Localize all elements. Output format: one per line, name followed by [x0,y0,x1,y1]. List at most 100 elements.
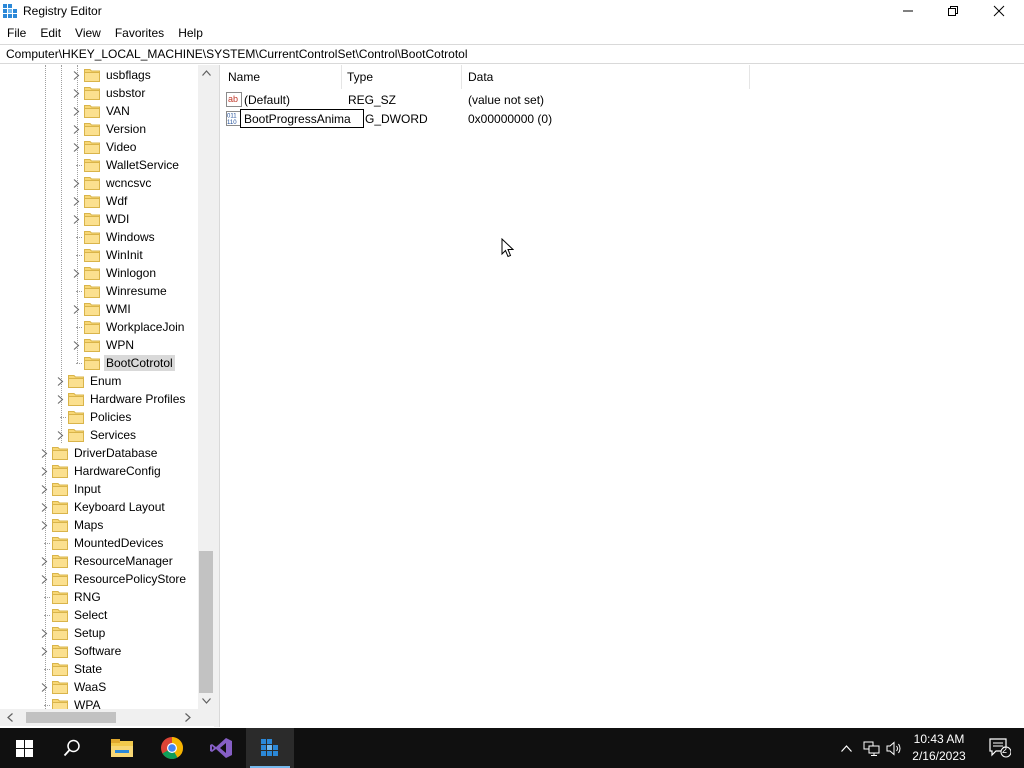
expand-chevron-icon[interactable] [70,84,82,102]
scroll-up-arrow-icon[interactable] [198,65,214,81]
taskbar-registry-editor[interactable] [246,728,294,768]
tree-node-maps[interactable]: Maps [38,516,105,534]
taskbar-chrome[interactable] [148,728,196,768]
expand-chevron-icon[interactable] [54,372,66,390]
horizontal-scroll-thumb[interactable] [26,712,116,723]
restore-button[interactable] [930,0,976,22]
tree-node-waas[interactable]: WaaS [38,678,108,696]
expand-chevron-icon[interactable] [38,444,50,462]
vertical-scroll-thumb[interactable] [199,551,213,693]
tree-node-wdf[interactable]: Wdf [70,192,129,210]
pane-splitter[interactable] [214,65,220,727]
tree-node-wmi[interactable]: WMI [70,300,133,318]
expand-chevron-icon[interactable] [38,624,50,642]
expand-chevron-icon[interactable] [38,642,50,660]
column-separator[interactable] [749,65,750,89]
tree-node-wcncsvc[interactable]: wcncsvc [70,174,153,192]
address-path[interactable]: Computer\HKEY_LOCAL_MACHINE\SYSTEM\Curre… [6,47,468,61]
tree-node-wpn[interactable]: WPN [70,336,136,354]
network-button[interactable] [860,728,882,768]
tree-node-resourcepolicystore[interactable]: ResourcePolicyStore [38,570,188,588]
taskbar-clock[interactable]: 10:43 AM 2/16/2023 [904,731,974,765]
taskbar-search-button[interactable] [48,728,96,768]
tree-node-wininit[interactable]: WinInit [70,246,145,264]
key-tree[interactable]: usbflags usbstor VAN Version Video WalletServ… [0,65,214,727]
scroll-right-arrow-icon[interactable] [180,709,196,726]
expand-chevron-icon[interactable] [38,516,50,534]
expand-chevron-icon[interactable] [70,120,82,138]
rename-value-input[interactable] [240,109,364,128]
tree-horizontal-scrollbar[interactable] [0,709,198,726]
column-header-name[interactable]: Name [228,65,260,89]
expand-chevron-icon[interactable] [54,426,66,444]
tree-node-mounteddevices[interactable]: MountedDevices [38,534,165,552]
taskbar-file-explorer[interactable] [98,728,146,768]
tree-node-usbflags[interactable]: usbflags [70,66,153,84]
tree-node-hardware-profiles[interactable]: Hardware Profiles [54,390,187,408]
address-bar[interactable]: Computer\HKEY_LOCAL_MACHINE\SYSTEM\Curre… [0,44,1024,64]
tree-node-walletservice[interactable]: WalletService [70,156,181,174]
tree-node-setup[interactable]: Setup [38,624,107,642]
tree-node-state[interactable]: State [38,660,104,678]
value-row[interactable]: ab (Default) REG_SZ (value not set) [221,90,761,109]
expand-chevron-icon[interactable] [70,102,82,120]
column-separator[interactable] [461,65,462,89]
tree-node-hardwareconfig[interactable]: HardwareConfig [38,462,163,480]
tree-node-video[interactable]: Video [70,138,138,156]
taskbar-visual-studio[interactable] [197,728,245,768]
expand-chevron-icon[interactable] [38,678,50,696]
scroll-left-arrow-icon[interactable] [2,709,18,726]
tree-node-windows[interactable]: Windows [70,228,157,246]
tree-node-rng[interactable]: RNG [38,588,103,606]
tree-node-van[interactable]: VAN [70,102,132,120]
tree-node-resourcemanager[interactable]: ResourceManager [38,552,175,570]
expand-chevron-icon[interactable] [38,498,50,516]
expand-chevron-icon[interactable] [38,552,50,570]
action-center-button[interactable]: 2 [976,728,1024,768]
values-list[interactable]: Name Type Data ab (Default) REG_SZ (valu… [221,65,1024,727]
tree-node-bootcotrotol[interactable]: BootCotrotol [70,354,175,372]
tree-node-winlogon[interactable]: Winlogon [70,264,158,282]
expand-chevron-icon[interactable] [70,264,82,282]
tree-node-version[interactable]: Version [70,120,148,138]
tree-node-usbstor[interactable]: usbstor [70,84,147,102]
title-bar[interactable]: Registry Editor [0,0,1024,22]
expand-chevron-icon[interactable] [38,462,50,480]
tree-node-select[interactable]: Select [38,606,109,624]
value-row[interactable]: 011 110 G_DWORD 0x00000000 (0) [221,109,761,128]
menu-view[interactable]: View [68,23,108,43]
volume-button[interactable] [883,728,905,768]
tree-node-policies[interactable]: Policies [54,408,133,426]
expand-chevron-icon[interactable] [70,174,82,192]
tree-node-services[interactable]: Services [54,426,138,444]
tree-node-workplacejoin[interactable]: WorkplaceJoin [70,318,186,336]
menu-edit[interactable]: Edit [33,23,68,43]
column-header-data[interactable]: Data [468,65,493,89]
tree-node-software[interactable]: Software [38,642,123,660]
expand-chevron-icon[interactable] [70,138,82,156]
menu-help[interactable]: Help [171,23,210,43]
menu-favorites[interactable]: Favorites [108,23,171,43]
expand-chevron-icon[interactable] [38,570,50,588]
tree-node-wdi[interactable]: WDI [70,210,131,228]
close-button[interactable] [976,0,1022,22]
expand-chevron-icon[interactable] [70,210,82,228]
tree-node-driverdatabase[interactable]: DriverDatabase [38,444,159,462]
expand-chevron-icon[interactable] [70,192,82,210]
show-hidden-icons-button[interactable] [836,728,856,768]
expand-chevron-icon[interactable] [70,300,82,318]
expand-chevron-icon[interactable] [70,66,82,84]
expand-chevron-icon[interactable] [54,390,66,408]
tree-node-enum[interactable]: Enum [54,372,123,390]
tree-vertical-scrollbar[interactable] [198,65,214,709]
menu-file[interactable]: File [0,23,33,43]
expand-chevron-icon[interactable] [38,480,50,498]
expand-chevron-icon[interactable] [70,336,82,354]
start-button[interactable] [0,728,48,768]
column-separator[interactable] [341,65,342,89]
tree-node-keyboard-layout[interactable]: Keyboard Layout [38,498,167,516]
column-header-type[interactable]: Type [347,65,373,89]
tree-node-input[interactable]: Input [38,480,103,498]
minimize-button[interactable] [885,0,931,22]
scroll-down-arrow-icon[interactable] [198,693,214,709]
